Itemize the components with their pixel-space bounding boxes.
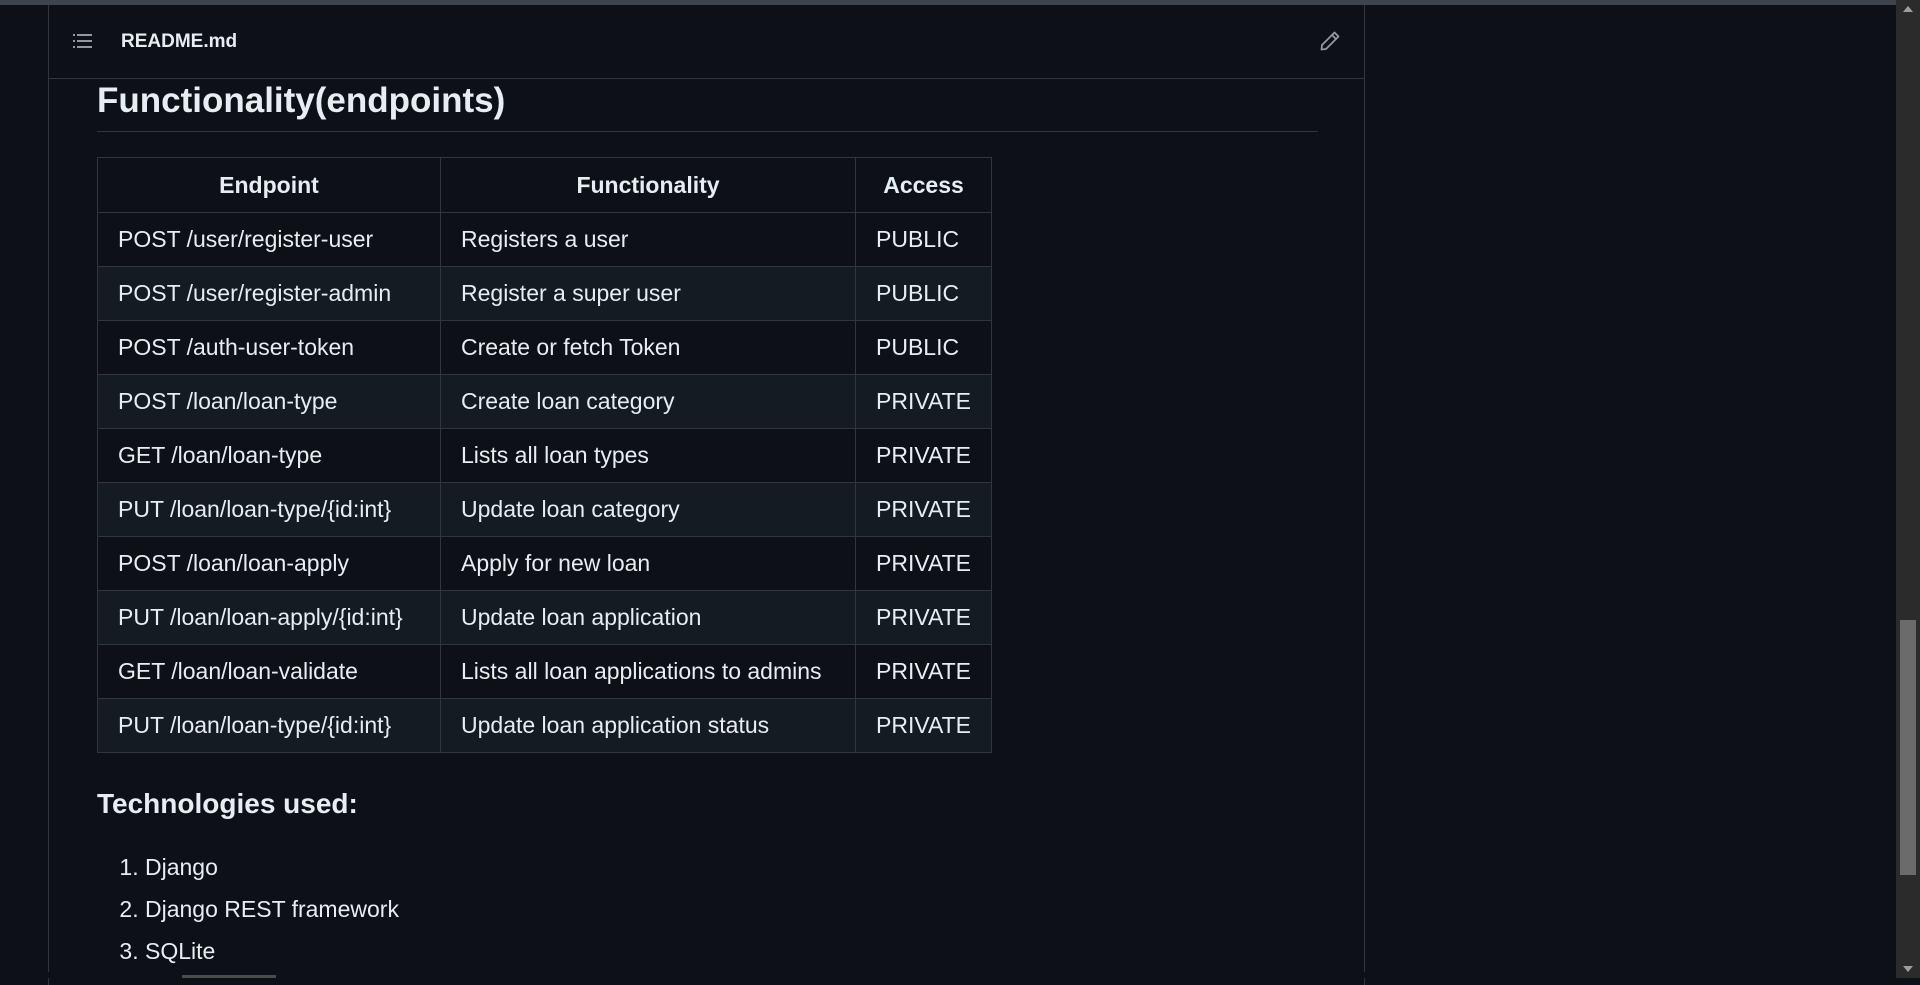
endpoint-cell: PUT /loan/loan-type/{id:int} xyxy=(97,482,441,537)
header-access: Access xyxy=(855,157,992,213)
technologies-list: Django Django REST framework SQLite xyxy=(97,848,399,974)
access-cell: PRIVATE xyxy=(855,590,992,645)
endpoints-table: Endpoint Functionality Access POST /user… xyxy=(97,157,992,753)
functionality-cell: Update loan application xyxy=(440,590,856,645)
header-functionality: Functionality xyxy=(440,157,856,213)
page: README.md Functionality(endpoints) Endpo… xyxy=(0,5,1896,985)
list-unordered-icon[interactable] xyxy=(71,29,95,53)
access-cell: PRIVATE xyxy=(855,428,992,483)
functionality-cell: Update loan application status xyxy=(440,698,856,753)
functionality-cell: Lists all loan types xyxy=(440,428,856,483)
functionality-cell: Create or fetch Token xyxy=(440,320,856,375)
table-row: PUT /loan/loan-type/{id:int} Update loan… xyxy=(97,698,992,753)
endpoint-cell: POST /loan/loan-apply xyxy=(97,536,441,591)
endpoint-cell: PUT /loan/loan-apply/{id:int} xyxy=(97,590,441,645)
access-cell: PRIVATE xyxy=(855,644,992,699)
scroll-up-arrow-icon[interactable] xyxy=(1903,6,1913,12)
access-cell: PRIVATE xyxy=(855,536,992,591)
table-row: POST /auth-user-token Create or fetch To… xyxy=(97,320,992,375)
horizontal-scrollbar[interactable] xyxy=(0,972,1896,978)
table-row: POST /loan/loan-apply Apply for new loan… xyxy=(97,536,992,591)
functionality-cell: Create loan category xyxy=(440,374,856,429)
list-item: Django REST framework xyxy=(145,890,399,932)
table-row: GET /loan/loan-type Lists all loan types… xyxy=(97,428,992,483)
section-title: Functionality(endpoints) xyxy=(97,81,506,120)
endpoint-cell: POST /user/register-user xyxy=(97,212,441,267)
list-item: Django xyxy=(145,848,399,890)
endpoint-cell: POST /auth-user-token xyxy=(97,320,441,375)
endpoint-cell: PUT /loan/loan-type/{id:int} xyxy=(97,698,441,753)
readme-container: README.md Functionality(endpoints) Endpo… xyxy=(48,5,1365,985)
table-row: PUT /loan/loan-apply/{id:int} Update loa… xyxy=(97,590,992,645)
access-cell: PRIVATE xyxy=(855,374,992,429)
functionality-cell: Register a super user xyxy=(440,266,856,321)
functionality-cell: Apply for new loan xyxy=(440,536,856,591)
heading-divider xyxy=(97,131,1318,132)
header-endpoint: Endpoint xyxy=(97,157,441,213)
pencil-icon[interactable] xyxy=(1318,29,1342,53)
endpoint-cell: POST /user/register-admin xyxy=(97,266,441,321)
endpoint-cell: GET /loan/loan-type xyxy=(97,428,441,483)
functionality-cell: Update loan category xyxy=(440,482,856,537)
functionality-cell: Lists all loan applications to admins xyxy=(440,644,856,699)
endpoint-cell: POST /loan/loan-type xyxy=(97,374,441,429)
list-item: SQLite xyxy=(145,932,399,974)
table-row: PUT /loan/loan-type/{id:int} Update loan… xyxy=(97,482,992,537)
vertical-scrollbar[interactable] xyxy=(1896,0,1920,978)
functionality-cell: Registers a user xyxy=(440,212,856,267)
readme-header: README.md xyxy=(49,5,1364,79)
table-row: POST /user/register-user Registers a use… xyxy=(97,212,992,267)
table-row: POST /loan/loan-type Create loan categor… xyxy=(97,374,992,429)
access-cell: PRIVATE xyxy=(855,482,992,537)
endpoint-cell: GET /loan/loan-validate xyxy=(97,644,441,699)
access-cell: PUBLIC xyxy=(855,212,992,267)
vertical-scroll-thumb[interactable] xyxy=(1900,620,1916,875)
table-row: GET /loan/loan-validate Lists all loan a… xyxy=(97,644,992,699)
access-cell: PUBLIC xyxy=(855,266,992,321)
access-cell: PUBLIC xyxy=(855,320,992,375)
table-row: POST /user/register-admin Register a sup… xyxy=(97,266,992,321)
readme-filename: README.md xyxy=(121,31,238,52)
table-header-row: Endpoint Functionality Access xyxy=(97,157,992,213)
access-cell: PRIVATE xyxy=(855,698,992,753)
technologies-heading: Technologies used: xyxy=(97,788,358,819)
scroll-down-arrow-icon[interactable] xyxy=(1903,966,1913,972)
